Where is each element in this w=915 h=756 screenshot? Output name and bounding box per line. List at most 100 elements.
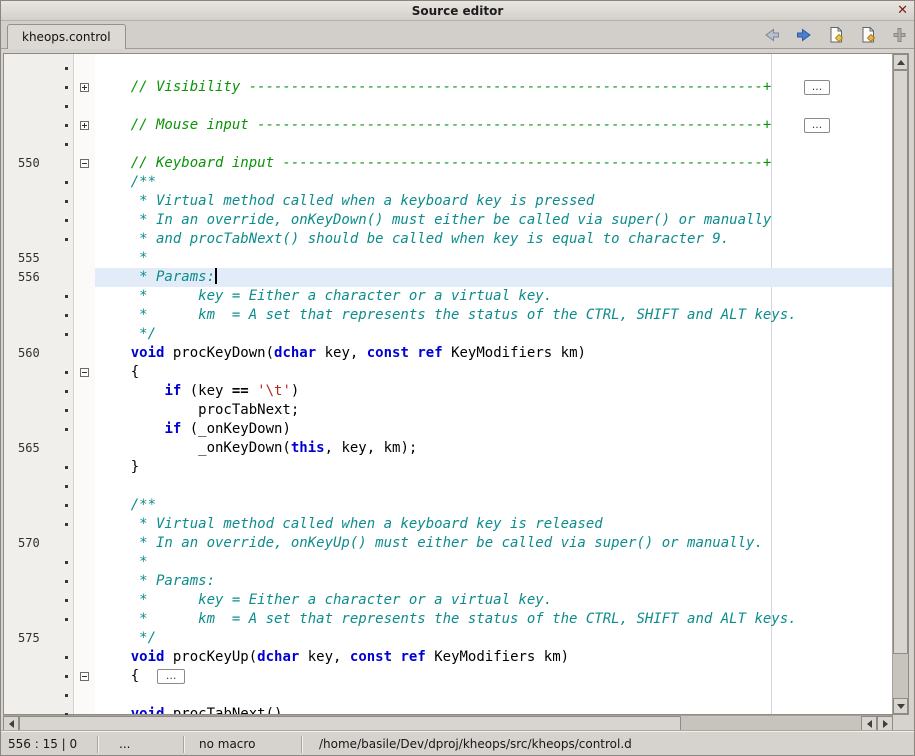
code-line[interactable]: * Params: <box>95 572 894 591</box>
code-line[interactable] <box>95 477 894 496</box>
line-dot-icon <box>65 390 68 393</box>
code-line[interactable]: if (key == '\t') <box>95 382 894 401</box>
code-line[interactable]: // Mouse input -------------------------… <box>95 116 894 135</box>
file-path: /home/basile/Dev/dproj/kheops/src/kheops… <box>319 732 632 756</box>
code-token: const <box>350 649 392 665</box>
close-icon[interactable]: ✕ <box>897 2 908 20</box>
code-token: procKeyDown( <box>164 345 274 361</box>
code-line[interactable]: * key = Either a character or a virtual … <box>95 591 894 610</box>
caret-position: 556 : 15 | 0 <box>8 732 77 756</box>
forward-arrow-icon <box>795 27 813 43</box>
code-line[interactable]: } <box>95 458 894 477</box>
line-dot-icon <box>65 694 68 697</box>
gutter-line <box>4 686 73 705</box>
code-line[interactable]: */ <box>95 325 894 344</box>
line-dot-icon <box>65 618 68 621</box>
code-line[interactable]: * Virtual method called when a keyboard … <box>95 515 894 534</box>
code-line[interactable]: procTabNext; <box>95 401 894 420</box>
code-region[interactable]: // Visibility --------------------------… <box>95 54 894 714</box>
code-line[interactable]: void procKeyDown(dchar key, const ref Ke… <box>95 344 894 363</box>
scroll-up-button[interactable] <box>893 54 908 70</box>
titlebar[interactable]: Source editor ✕ <box>1 1 914 21</box>
fold-marker-icon[interactable] <box>80 368 89 377</box>
fold-marker-icon[interactable] <box>80 121 89 130</box>
go-back-button[interactable] <box>762 25 782 45</box>
fold-marker-icon[interactable] <box>80 83 89 92</box>
line-dot-icon <box>65 599 68 602</box>
document-button-2[interactable] <box>858 25 878 45</box>
code-line[interactable] <box>95 135 894 154</box>
code-token: * Virtual method called when a keyboard … <box>97 193 594 209</box>
code-line[interactable]: * km = A set that represents the status … <box>95 306 894 325</box>
gutter-line <box>4 135 73 154</box>
code-line[interactable]: {... <box>95 667 894 686</box>
line-dot-icon <box>65 523 68 526</box>
scroll-left-button[interactable] <box>3 716 19 731</box>
code-line[interactable]: /** <box>95 496 894 515</box>
code-token <box>97 649 131 665</box>
code-line[interactable] <box>95 686 894 705</box>
document-button-1[interactable] <box>826 25 846 45</box>
code-token: procTabNext; <box>97 402 299 418</box>
line-number: 575 <box>18 629 40 648</box>
code-line[interactable]: * In an override, onKeyDown() must eithe… <box>95 211 894 230</box>
code-token: * km = A set that represents the status … <box>97 611 797 627</box>
code-line[interactable]: */ <box>95 629 894 648</box>
fold-marker-icon[interactable] <box>80 159 89 168</box>
code-line[interactable] <box>95 59 894 78</box>
code-line[interactable]: void procTabNext() <box>95 705 894 714</box>
horizontal-scroll-thumb[interactable] <box>19 716 681 731</box>
code-token: void <box>131 649 165 665</box>
code-line[interactable]: if (_onKeyDown) <box>95 420 894 439</box>
gutter-line <box>4 173 73 192</box>
code-line[interactable]: * Params: <box>95 268 894 287</box>
gutter-line: 550 <box>4 154 73 173</box>
scroll-left-button-2[interactable] <box>861 716 877 731</box>
line-dot-icon <box>65 86 68 89</box>
scroll-down-button[interactable] <box>893 698 908 714</box>
code-token: key, <box>299 649 350 665</box>
vertical-scrollbar[interactable] <box>892 54 908 714</box>
code-line[interactable]: /** <box>95 173 894 192</box>
line-dot-icon <box>65 428 68 431</box>
editor-area[interactable]: 550555556560565570575 // Visibility ----… <box>3 53 909 715</box>
scroll-right-button[interactable] <box>877 716 893 731</box>
vertical-scroll-thumb[interactable] <box>893 70 908 654</box>
code-token: */ <box>97 630 156 646</box>
fold-ellipsis-button[interactable]: ... <box>157 669 185 684</box>
code-token: dchar <box>274 345 316 361</box>
fold-ellipsis-button[interactable]: ... <box>804 118 830 133</box>
gutter-line <box>4 116 73 135</box>
code-token: const <box>367 345 409 361</box>
left-arrow-icon <box>9 720 14 728</box>
code-line[interactable]: { <box>95 363 894 382</box>
fold-ellipsis-button[interactable]: ... <box>804 80 830 95</box>
code-token: ) <box>291 383 299 399</box>
code-line[interactable]: * <box>95 553 894 572</box>
detach-button[interactable] <box>890 25 910 45</box>
gutter-line <box>4 382 73 401</box>
code-token: if <box>164 383 181 399</box>
code-token: } <box>97 459 139 475</box>
code-line[interactable]: * km = A set that represents the status … <box>95 610 894 629</box>
gutter-line <box>4 667 73 686</box>
code-token: { <box>97 364 139 380</box>
code-line[interactable]: // Visibility --------------------------… <box>95 78 894 97</box>
code-token: /** <box>97 174 156 190</box>
code-line[interactable]: * and procTabNext() should be called whe… <box>95 230 894 249</box>
code-line[interactable]: * Virtual method called when a keyboard … <box>95 192 894 211</box>
horizontal-scrollbar[interactable] <box>3 715 893 731</box>
code-line[interactable]: _onKeyDown(this, key, km); <box>95 439 894 458</box>
go-forward-button[interactable] <box>794 25 814 45</box>
gutter-line <box>4 97 73 116</box>
code-line[interactable] <box>95 97 894 116</box>
code-line[interactable]: // Keyboard input ----------------------… <box>95 154 894 173</box>
tab-kheops-control[interactable]: kheops.control <box>7 24 126 49</box>
gutter-line <box>4 496 73 515</box>
fold-marker-icon[interactable] <box>80 672 89 681</box>
code-line[interactable]: void procKeyUp(dchar key, const ref KeyM… <box>95 648 894 667</box>
code-line[interactable]: * In an override, onKeyUp() must either … <box>95 534 894 553</box>
scrollbar-corner <box>893 715 909 731</box>
code-line[interactable]: * key = Either a character or a virtual … <box>95 287 894 306</box>
code-line[interactable]: * <box>95 249 894 268</box>
